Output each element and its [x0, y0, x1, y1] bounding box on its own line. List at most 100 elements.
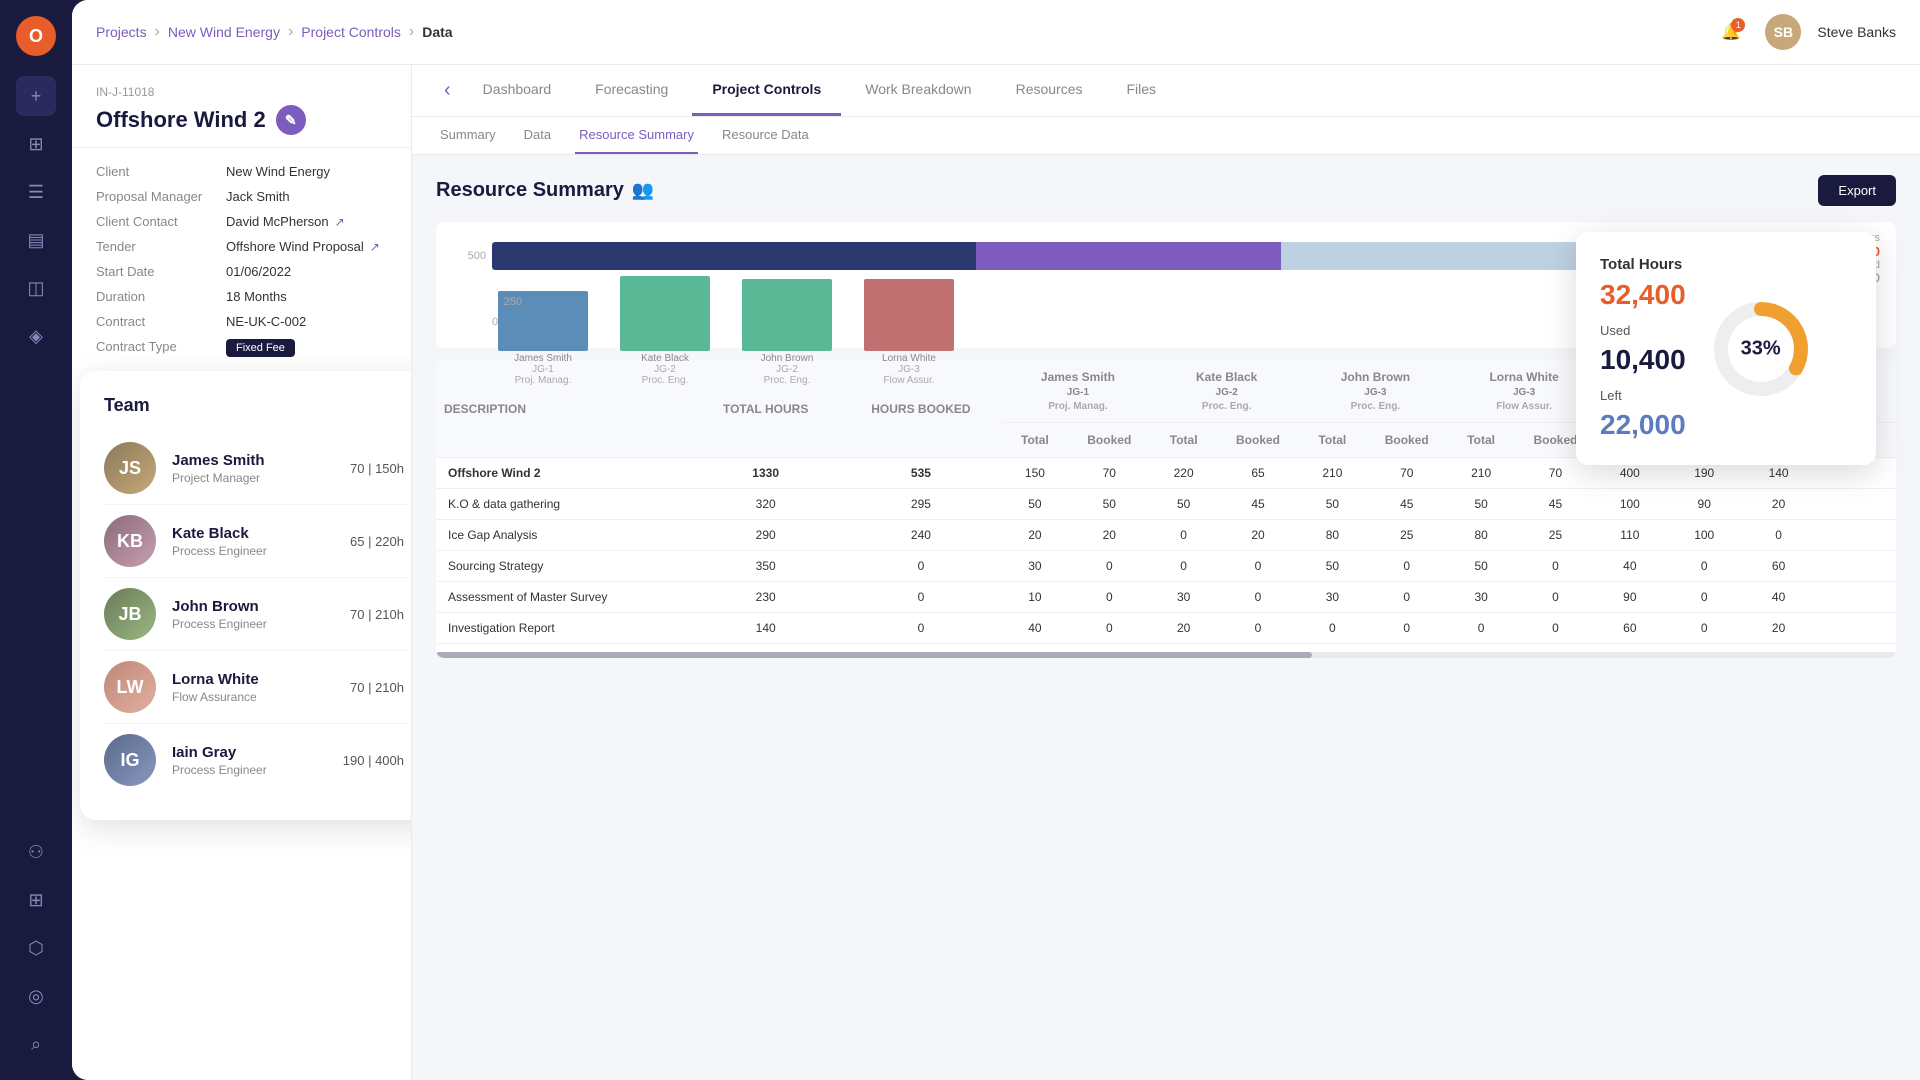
- breadcrumb-project-controls[interactable]: Project Controls: [301, 24, 401, 40]
- export-button[interactable]: Export: [1818, 175, 1896, 206]
- icon-sidebar: O + ⊞ ☰ ▤ ◫ ◈ ⚇ ⊞ ⬡ ◎ ⌕: [0, 0, 72, 1080]
- subtab-resource-data[interactable]: Resource Data: [718, 117, 813, 154]
- donut-stats: Total Hours 32,400 Used 10,400 Left 22,0…: [1600, 256, 1686, 441]
- member-hours-james-smith: 70 | 150h: [350, 461, 404, 476]
- detail-contract-type: Contract Type Fixed Fee: [96, 339, 387, 357]
- tab-dashboard[interactable]: Dashboard: [463, 65, 572, 116]
- left-panel: IN-J-11018 Offshore Wind 2 ✎ Client New …: [72, 65, 412, 1080]
- left-label: Left: [1600, 388, 1686, 403]
- tab-resources[interactable]: Resources: [996, 65, 1103, 116]
- table-row: Sourcing Strategy 350 0 3000050050040060: [436, 551, 1896, 582]
- detail-start-date: Start Date 01/06/2022: [96, 264, 387, 279]
- chart-icon[interactable]: ◫: [16, 268, 56, 308]
- used-label: Used: [1600, 323, 1686, 338]
- grid-icon[interactable]: ⊞: [16, 880, 56, 920]
- settings-icon[interactable]: ◈: [16, 316, 56, 356]
- subtab-data[interactable]: Data: [520, 117, 555, 154]
- team-member-kate-black[interactable]: KB Kate Black Process Engineer 65 | 220h: [104, 505, 412, 578]
- used-value: 10,400: [1600, 344, 1686, 376]
- donut-popup: Total Hours 32,400 Used 10,400 Left 22,0…: [1576, 232, 1876, 465]
- donut-chart: 33%: [1706, 294, 1816, 404]
- nav-tabs: ‹ Dashboard Forecasting Project Controls…: [412, 65, 1920, 117]
- subtab-summary[interactable]: Summary: [436, 117, 500, 154]
- tab-files[interactable]: Files: [1107, 65, 1177, 116]
- member-hours-iain-gray: 190 | 400h: [343, 753, 404, 768]
- avatar-kate-black: KB: [104, 515, 156, 567]
- js-booked-header: Booked: [1066, 423, 1152, 458]
- table-row: Investigation Report 140 0 4002000000600…: [436, 613, 1896, 644]
- table-row: Assessment of Master Survey 230 0 100300…: [436, 582, 1896, 613]
- member-info-kate-black: Kate Black Process Engineer: [172, 525, 334, 558]
- project-details: Client New Wind Energy Proposal Manager …: [72, 148, 411, 383]
- dashboard-icon[interactable]: ⊞: [16, 124, 56, 164]
- lw-total-header: Total: [1450, 423, 1513, 458]
- table-row: Ice Gap Analysis 290 240 202002080258025…: [436, 520, 1896, 551]
- client-contact-link[interactable]: ↗: [335, 215, 345, 229]
- team-popup: Team JS James Smith Project Manager 70 |…: [80, 371, 412, 820]
- top-bar: Projects › New Wind Energy › Project Con…: [72, 0, 1920, 65]
- user-name: Steve Banks: [1817, 24, 1896, 40]
- notification-button[interactable]: 🔔 1: [1713, 14, 1749, 50]
- jb-booked-header: Booked: [1364, 423, 1450, 458]
- add-button[interactable]: +: [16, 76, 56, 116]
- tab-forecasting[interactable]: Forecasting: [575, 65, 688, 116]
- team-title: Team: [104, 395, 412, 416]
- detail-client: Client New Wind Energy: [96, 164, 387, 179]
- tab-work-breakdown[interactable]: Work Breakdown: [845, 65, 991, 116]
- avatar-iain-gray: IG: [104, 734, 156, 786]
- total-hours-label: Total Hours: [1600, 256, 1686, 273]
- contract-type-badge: Fixed Fee: [226, 339, 295, 357]
- team-icon[interactable]: ⚇: [16, 832, 56, 872]
- sub-tabs: Summary Data Resource Summary Resource D…: [412, 117, 1920, 155]
- search-icon[interactable]: ⌕: [16, 1024, 56, 1064]
- team-member-james-smith[interactable]: JS James Smith Project Manager 70 | 150h: [104, 432, 412, 505]
- js-total-header: Total: [1004, 423, 1067, 458]
- breadcrumb-sep-1: ›: [155, 23, 160, 41]
- detail-client-contact: Client Contact David McPherson ↗: [96, 214, 387, 229]
- avatar-john-brown: JB: [104, 588, 156, 640]
- tender-link[interactable]: ↗: [370, 240, 380, 254]
- app-logo: O: [16, 16, 56, 56]
- breadcrumb-wind-energy[interactable]: New Wind Energy: [168, 24, 280, 40]
- table-scrollbar[interactable]: [436, 652, 1896, 658]
- main-content: Resource Summary 👥 Export 500: [412, 155, 1920, 1080]
- detail-duration: Duration 18 Months: [96, 289, 387, 304]
- donut-percent: 33%: [1741, 337, 1781, 360]
- file-icon[interactable]: ☰: [16, 172, 56, 212]
- breadcrumb-sep-3: ›: [409, 23, 414, 41]
- list-icon[interactable]: ▤: [16, 220, 56, 260]
- team-member-lorna-white[interactable]: LW Lorna White Flow Assurance 70 | 210h: [104, 651, 412, 724]
- member-info-john-brown: John Brown Process Engineer: [172, 598, 334, 631]
- section-header: Resource Summary 👥 Export: [436, 175, 1896, 206]
- kb-total-header: Total: [1152, 423, 1215, 458]
- total-hours-value: 32,400: [1600, 279, 1686, 311]
- nav-back-button[interactable]: ‹: [436, 65, 459, 116]
- chart-area: 500 James SmithJG-1Proj. Manag: [436, 222, 1896, 348]
- tab-project-controls[interactable]: Project Controls: [692, 65, 841, 116]
- edit-project-button[interactable]: ✎: [276, 105, 306, 135]
- member-hours-lorna-white: 70 | 210h: [350, 680, 404, 695]
- detail-proposal-manager: Proposal Manager Jack Smith: [96, 189, 387, 204]
- breadcrumb-current: Data: [422, 24, 452, 40]
- subtab-resource-summary[interactable]: Resource Summary: [575, 117, 698, 154]
- detail-contract: Contract NE-UK-C-002: [96, 314, 387, 329]
- folder-icon[interactable]: ⬡: [16, 928, 56, 968]
- breadcrumb-sep-2: ›: [288, 23, 293, 41]
- team-member-iain-gray[interactable]: IG Iain Gray Process Engineer 190 | 400h: [104, 724, 412, 796]
- project-header: IN-J-11018 Offshore Wind 2 ✎: [72, 65, 411, 148]
- top-bar-right: 🔔 1 SB Steve Banks: [1713, 14, 1896, 50]
- people-icon: 👥: [632, 180, 654, 201]
- avatar-james-smith: JS: [104, 442, 156, 494]
- person-icon[interactable]: ◎: [16, 976, 56, 1016]
- left-value: 22,000: [1600, 409, 1686, 441]
- member-info-lorna-white: Lorna White Flow Assurance: [172, 671, 334, 704]
- project-title: Offshore Wind 2 ✎: [96, 105, 387, 135]
- user-avatar[interactable]: SB: [1765, 14, 1801, 50]
- detail-tender: Tender Offshore Wind Proposal ↗: [96, 239, 387, 254]
- section-title: Resource Summary 👥: [436, 179, 654, 202]
- team-member-john-brown[interactable]: JB John Brown Process Engineer 70 | 210h: [104, 578, 412, 651]
- kb-booked-header: Booked: [1215, 423, 1301, 458]
- notification-badge: 1: [1731, 18, 1745, 32]
- right-main: ‹ Dashboard Forecasting Project Controls…: [412, 65, 1920, 1080]
- breadcrumb-projects[interactable]: Projects: [96, 24, 147, 40]
